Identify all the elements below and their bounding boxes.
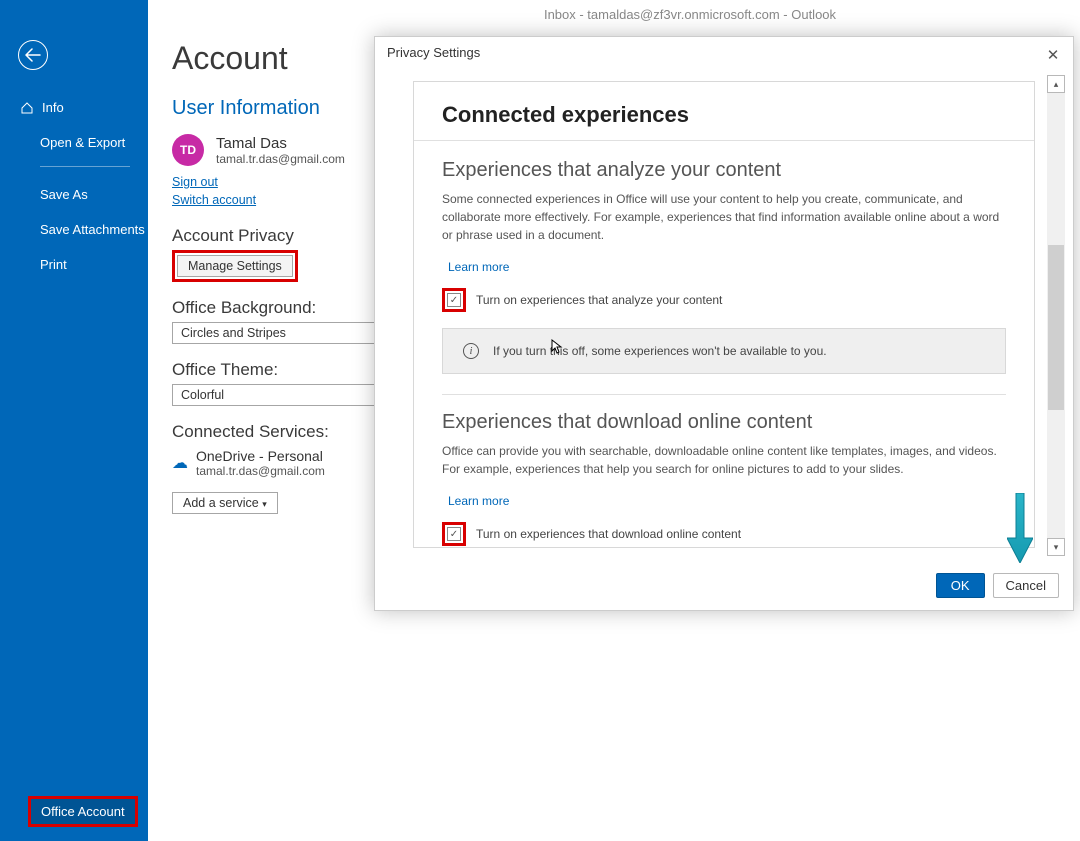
- avatar: TD: [172, 134, 204, 166]
- sidebar-item-save-as[interactable]: Save As: [0, 177, 148, 212]
- sidebar-divider: [40, 166, 130, 167]
- info-panel: i If you turn this off, some experiences…: [442, 328, 1006, 374]
- privacy-settings-dialog: Privacy Settings ✕ ▴ ▾ Connected experie…: [374, 36, 1074, 611]
- sidebar-item-print[interactable]: Print: [0, 247, 148, 282]
- scrollbar[interactable]: ▴ ▾: [1047, 75, 1065, 556]
- manage-settings-button[interactable]: Manage Settings: [177, 255, 293, 277]
- download-content-checkbox[interactable]: ✓: [447, 527, 461, 541]
- download-content-checkbox-label: Turn on experiences that download online…: [476, 527, 741, 541]
- sidebar-item-label: Save As: [40, 187, 88, 202]
- sidebar-item-label: Save Attachments: [40, 222, 145, 237]
- connected-experiences-heading: Connected experiences: [442, 102, 1006, 128]
- backstage-sidebar: Info Open & Export Save As Save Attachme…: [0, 0, 148, 841]
- sidebar-item-label: Open & Export: [40, 135, 125, 150]
- highlight-box: ✓: [442, 522, 466, 546]
- analyze-content-description: Some connected experiences in Office wil…: [442, 190, 1006, 244]
- back-button[interactable]: [18, 40, 48, 70]
- cancel-button[interactable]: Cancel: [993, 573, 1059, 598]
- user-name: Tamal Das: [216, 135, 345, 152]
- dialog-body: ▴ ▾ Connected experiences Experiences th…: [383, 73, 1065, 558]
- info-text: If you turn this off, some experiences w…: [493, 344, 827, 358]
- cloud-icon: ☁: [172, 453, 188, 473]
- analyze-content-checkbox[interactable]: ✓: [447, 293, 461, 307]
- window-title: Inbox - tamaldas@zf3vr.onmicrosoft.com -…: [0, 0, 1080, 30]
- download-content-heading: Experiences that download online content: [442, 411, 1006, 434]
- user-email: tamal.tr.das@gmail.com: [216, 152, 345, 166]
- analyze-content-checkbox-label: Turn on experiences that analyze your co…: [476, 293, 722, 307]
- separator: [414, 140, 1034, 141]
- scroll-thumb[interactable]: [1048, 245, 1064, 410]
- service-name: OneDrive - Personal: [196, 448, 325, 464]
- office-theme-select[interactable]: Colorful: [172, 384, 382, 406]
- switch-account-link[interactable]: Switch account: [172, 193, 256, 207]
- arrow-left-icon: [25, 48, 41, 62]
- scroll-up-button[interactable]: ▴: [1047, 75, 1065, 93]
- ok-button[interactable]: OK: [936, 573, 985, 598]
- service-email: tamal.tr.das@gmail.com: [196, 464, 325, 478]
- close-icon: ✕: [1047, 46, 1060, 64]
- info-icon: i: [463, 343, 479, 359]
- dialog-close-button[interactable]: ✕: [1037, 41, 1069, 69]
- analyze-content-heading: Experiences that analyze your content: [442, 159, 1006, 182]
- sign-out-link[interactable]: Sign out: [172, 175, 218, 189]
- connected-experiences-card: Connected experiences Experiences that a…: [413, 81, 1035, 548]
- sidebar-item-label: Print: [40, 257, 67, 272]
- home-icon: [20, 101, 34, 115]
- sidebar-item-info[interactable]: Info: [0, 90, 148, 125]
- learn-more-link-1[interactable]: Learn more: [448, 260, 509, 274]
- dialog-title: Privacy Settings: [375, 37, 1073, 68]
- highlight-box: ✓: [442, 288, 466, 312]
- sidebar-item-label: Info: [42, 100, 64, 115]
- sidebar-item-save-attachments[interactable]: Save Attachments: [0, 212, 148, 247]
- chevron-down-icon: ▾: [262, 499, 267, 509]
- highlight-box: Manage Settings: [172, 250, 298, 282]
- download-content-description: Office can provide you with searchable, …: [442, 442, 1006, 478]
- add-service-label: Add a service: [183, 496, 259, 510]
- separator: [442, 394, 1006, 395]
- add-service-button[interactable]: Add a service ▾: [172, 492, 278, 514]
- dialog-button-row: OK Cancel: [936, 573, 1059, 598]
- office-background-select[interactable]: Circles and Stripes: [172, 322, 382, 344]
- office-account-button[interactable]: Office Account: [28, 796, 138, 827]
- learn-more-link-2[interactable]: Learn more: [448, 494, 509, 508]
- scroll-down-button[interactable]: ▾: [1047, 538, 1065, 556]
- sidebar-item-open-export[interactable]: Open & Export: [0, 125, 148, 160]
